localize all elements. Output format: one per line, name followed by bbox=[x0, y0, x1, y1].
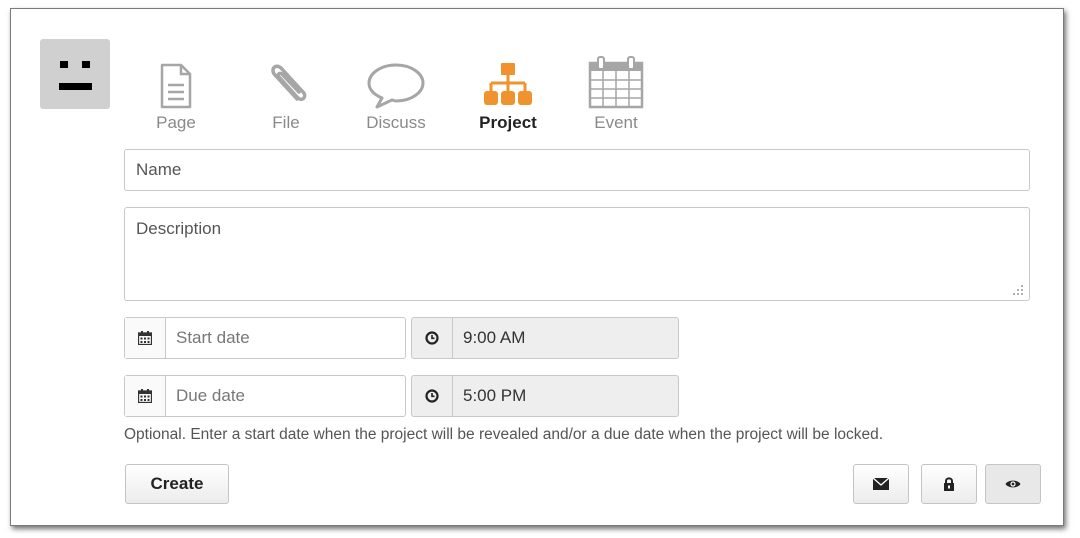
avatar-mouth bbox=[59, 83, 92, 90]
create-button[interactable]: Create bbox=[125, 464, 229, 504]
start-time-value: 9:00 AM bbox=[463, 328, 526, 347]
tab-event[interactable]: Event bbox=[581, 43, 651, 133]
paperclip-icon bbox=[271, 64, 307, 102]
tab-label: Discuss bbox=[366, 113, 426, 132]
description-textarea[interactable]: Description bbox=[124, 207, 1030, 301]
due-date-input[interactable]: Due date bbox=[124, 375, 406, 417]
lock-toggle-button[interactable] bbox=[921, 464, 977, 504]
tab-label: Page bbox=[156, 113, 196, 132]
due-time-value: 5:00 PM bbox=[463, 386, 527, 405]
speech-bubble-icon bbox=[367, 63, 425, 109]
calendar-small-icon bbox=[138, 389, 152, 403]
lock-icon bbox=[944, 477, 954, 491]
avatar bbox=[40, 39, 110, 109]
new-post-panel: Page File Discuss Project Event Name Des… bbox=[10, 8, 1064, 526]
tab-project[interactable]: Project bbox=[465, 43, 551, 133]
email-toggle-button[interactable] bbox=[853, 464, 909, 504]
hierarchy-icon bbox=[484, 63, 532, 105]
tab-label: File bbox=[272, 113, 300, 132]
start-date-placeholder: Start date bbox=[176, 328, 250, 347]
due-date-placeholder: Due date bbox=[176, 386, 245, 405]
tab-page[interactable]: Page bbox=[141, 43, 211, 133]
visibility-toggle-button[interactable] bbox=[985, 464, 1041, 504]
page-icon bbox=[160, 63, 192, 109]
clock-icon bbox=[425, 389, 439, 403]
due-time-input[interactable]: 5:00 PM bbox=[411, 375, 679, 417]
start-time-addon bbox=[412, 318, 453, 358]
description-placeholder: Description bbox=[136, 219, 222, 238]
start-date-input[interactable]: Start date bbox=[124, 317, 406, 359]
name-input[interactable]: Name bbox=[124, 149, 1030, 191]
calendar-small-icon bbox=[138, 331, 152, 345]
avatar-right-eye bbox=[82, 61, 90, 68]
tab-label: Event bbox=[594, 113, 638, 132]
tab-discuss[interactable]: Discuss bbox=[356, 43, 436, 133]
due-date-addon bbox=[125, 376, 166, 416]
start-date-addon bbox=[125, 318, 166, 358]
envelope-icon bbox=[873, 478, 889, 490]
due-time-addon bbox=[412, 376, 453, 416]
tab-file[interactable]: File bbox=[251, 43, 321, 133]
avatar-left-eye bbox=[60, 61, 68, 68]
start-time-input[interactable]: 9:00 AM bbox=[411, 317, 679, 359]
name-placeholder: Name bbox=[136, 160, 182, 179]
eye-icon bbox=[1005, 480, 1021, 488]
date-help-text: Optional. Enter a start date when the pr… bbox=[124, 426, 884, 443]
clock-icon bbox=[425, 331, 439, 345]
calendar-icon bbox=[588, 56, 644, 109]
tab-label: Project bbox=[479, 113, 537, 132]
resize-grip-icon[interactable] bbox=[1012, 284, 1024, 296]
